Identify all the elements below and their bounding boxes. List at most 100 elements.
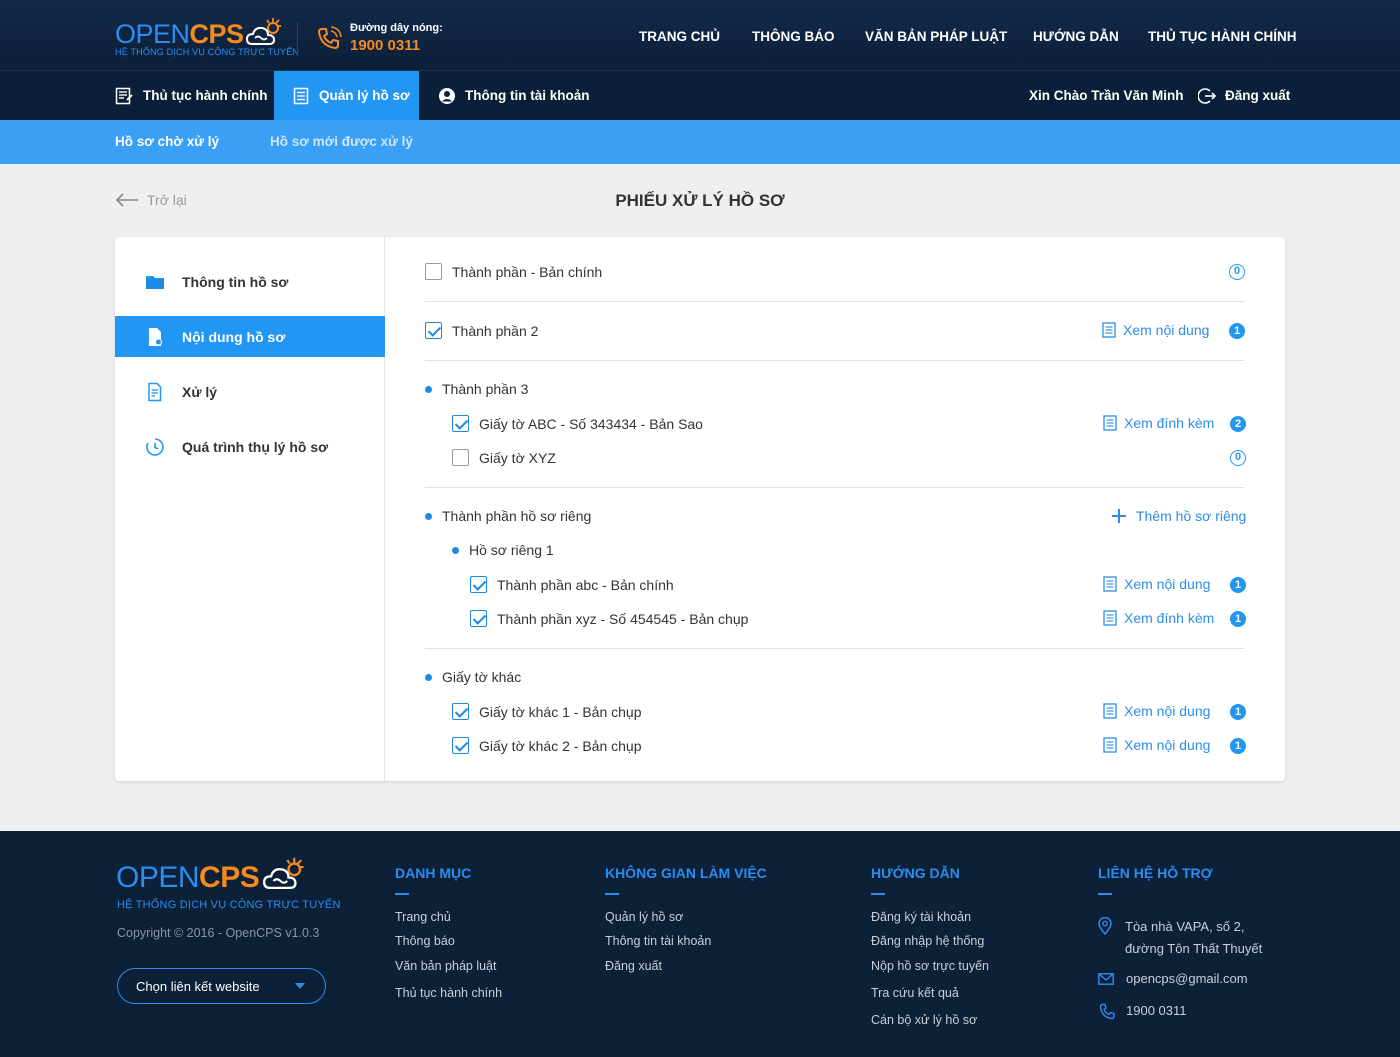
footer-link[interactable]: Đăng nhập hệ thống [871,934,984,948]
add-private-record-button[interactable]: Thêm hồ sơ riêng [1112,508,1246,524]
footer-link[interactable]: Văn bản pháp luật [395,959,496,973]
hotline-number: 1900 0311 [350,37,421,54]
plus-icon [1112,509,1126,523]
file-icon [149,328,162,346]
status-tabs: Hồ sơ chờ xử lý Hồ sơ mới được xử lý [0,120,1400,164]
nav-van-ban-phap-luat[interactable]: VĂN BẢN PHÁP LUẬT [865,29,1007,44]
record-card: Thông tin hồ sơ Nội dung hồ sơ Xử lý Quá… [115,237,1285,781]
nav-trang-chu[interactable]: TRANG CHỦ [639,29,720,44]
contact-address-line1: Tòa nhà VAPA, số 2, [1125,919,1245,934]
divider [425,360,1245,361]
footer-link[interactable]: Cán bộ xử lý hồ sơ [871,1013,977,1027]
folder-icon [146,276,164,289]
divider [425,648,1245,649]
count-badge: 0 [1230,450,1246,466]
footer-link[interactable]: Đăng xuất [605,959,662,973]
nav-huong-dan[interactable]: HƯỚNG DẪN [1033,29,1119,44]
list-item: Giấy tờ khác 1 - Bản chụp [452,703,641,720]
subnav-quan-ly-ho-so[interactable]: Quản lý hồ sơ [274,71,419,120]
document-icon [1102,322,1116,338]
checkbox[interactable] [470,610,487,627]
clock-icon [146,438,164,456]
document-icon [1103,610,1117,626]
logo[interactable]: OPEN CPS [115,16,284,50]
logout-icon [1198,87,1216,104]
document-icon [293,87,309,104]
sidebar-item-qua-trinh[interactable]: Quá trình thụ lý hồ sơ [115,426,385,467]
view-content-link[interactable]: Xem nội dung [1103,703,1210,719]
document-icon [1103,703,1117,719]
sidebar-item-xu-ly[interactable]: Xử lý [115,371,385,412]
nav-thu-tuc-hanh-chinh[interactable]: THỦ TỤC HÀNH CHÍNH [1148,29,1297,44]
view-content-link[interactable]: Xem nội dung [1103,737,1210,753]
count-badge: 2 [1230,416,1246,432]
divider [425,301,1245,302]
logout-button[interactable]: Đăng xuất [1198,71,1290,120]
count-badge: 1 [1229,323,1245,339]
bullet-icon [425,673,432,681]
checkbox[interactable] [452,449,469,466]
footer-tagline: HỆ THỐNG DỊCH VỤ CÔNG TRỰC TUYẾN [117,899,341,911]
file-edit-icon [148,382,162,402]
record-sidebar: Thông tin hồ sơ Nội dung hồ sơ Xử lý Quá… [115,237,385,781]
group-header: Thành phần 3 [425,381,528,397]
contact-phone: 1900 0311 [1126,1003,1187,1018]
footer-col-danh-muc-title: DANH MỤC [395,865,472,881]
footer-link[interactable]: Trang chủ [395,910,451,924]
document-icon [1103,737,1117,753]
subnav-thong-tin-tai-khoan[interactable]: Thông tin tài khoản [438,71,590,120]
top-header: OPEN CPS HỆ THỐNG DỊCH VỤ CÔNG TRỰC TUYẾ… [0,0,1400,70]
count-badge: 1 [1230,704,1246,720]
phone-icon [317,26,342,50]
footer-link[interactable]: Thông báo [395,934,455,948]
list-item: Thành phần 2 [425,322,538,339]
footer-col-workspace-title: KHÔNG GIAN LÀM VIỆC [605,865,767,881]
document-icon [1103,576,1117,592]
checkbox[interactable] [452,703,469,720]
divider [871,893,885,895]
footer-link[interactable]: Nộp hồ sơ trực tuyến [871,959,989,973]
back-button[interactable]: Trở lại [115,192,187,208]
checkbox[interactable] [452,737,469,754]
footer-link[interactable]: Thông tin tài khoản [605,934,711,948]
view-content-link[interactable]: Xem nội dung [1103,576,1210,592]
bullet-icon [452,546,459,554]
footer-link[interactable]: Tra cứu kết quả [871,986,959,1000]
arrow-left-icon [115,193,138,207]
tab-cho-xu-ly[interactable]: Hồ sơ chờ xử lý [115,134,219,149]
footer-link[interactable]: Thủ tục hành chính [395,986,502,1000]
footer-col-contact-title: LIÊN HỆ HỖ TRỢ [1098,865,1213,881]
checkbox[interactable] [425,322,442,339]
mail-icon [1098,973,1114,985]
page-title: PHIẾU XỬ LÝ HỒ SƠ [615,191,785,210]
logo-tagline: HỆ THỐNG DỊCH VỤ CÔNG TRỰC TUYẾN [115,47,300,57]
bullet-icon [425,385,432,393]
footer: OPEN CPS HỆ THỐNG DỊCH VỤ CÔNG TRỰC TUYẾ… [0,831,1400,1057]
view-content-link[interactable]: Xem nội dung [1102,322,1209,338]
checkbox[interactable] [452,415,469,432]
contact-email[interactable]: opencps@gmail.com [1126,971,1248,986]
sidebar-item-noi-dung[interactable]: Nội dung hồ sơ [115,316,385,357]
location-pin-icon [1098,917,1112,935]
footer-col-huong-dan-title: HƯỚNG DẪN [871,865,960,881]
tab-moi-xu-ly[interactable]: Hồ sơ mới được xử lý [270,134,413,149]
footer-logo: OPEN CPS [116,855,307,895]
nav-thong-bao[interactable]: THÔNG BÁO [752,29,835,44]
cloud-sun-logo-icon [245,18,281,45]
view-attachment-link[interactable]: Xem đính kèm [1103,415,1214,431]
footer-link[interactable]: Đăng ký tài khoản [871,910,971,924]
subnav-thu-tuc[interactable]: Thủ tục hành chính [115,71,268,120]
website-link-select[interactable]: Chọn liên kết website [117,968,326,1004]
checkbox[interactable] [425,263,442,280]
bullet-icon [425,512,432,520]
divider [297,22,298,56]
document-list-icon [115,87,133,104]
list-item: Thành phần - Bản chính [425,263,602,280]
sidebar-item-thong-tin[interactable]: Thông tin hồ sơ [115,261,385,302]
checkbox[interactable] [470,576,487,593]
list-item: Thành phần xyz - Số 454545 - Bản chụp [470,610,748,627]
view-attachment-link[interactable]: Xem đính kèm [1103,610,1214,626]
count-badge: 1 [1230,611,1246,627]
list-item: Thành phần abc - Bản chính [470,576,674,593]
footer-link[interactable]: Quản lý hồ sơ [605,910,683,924]
